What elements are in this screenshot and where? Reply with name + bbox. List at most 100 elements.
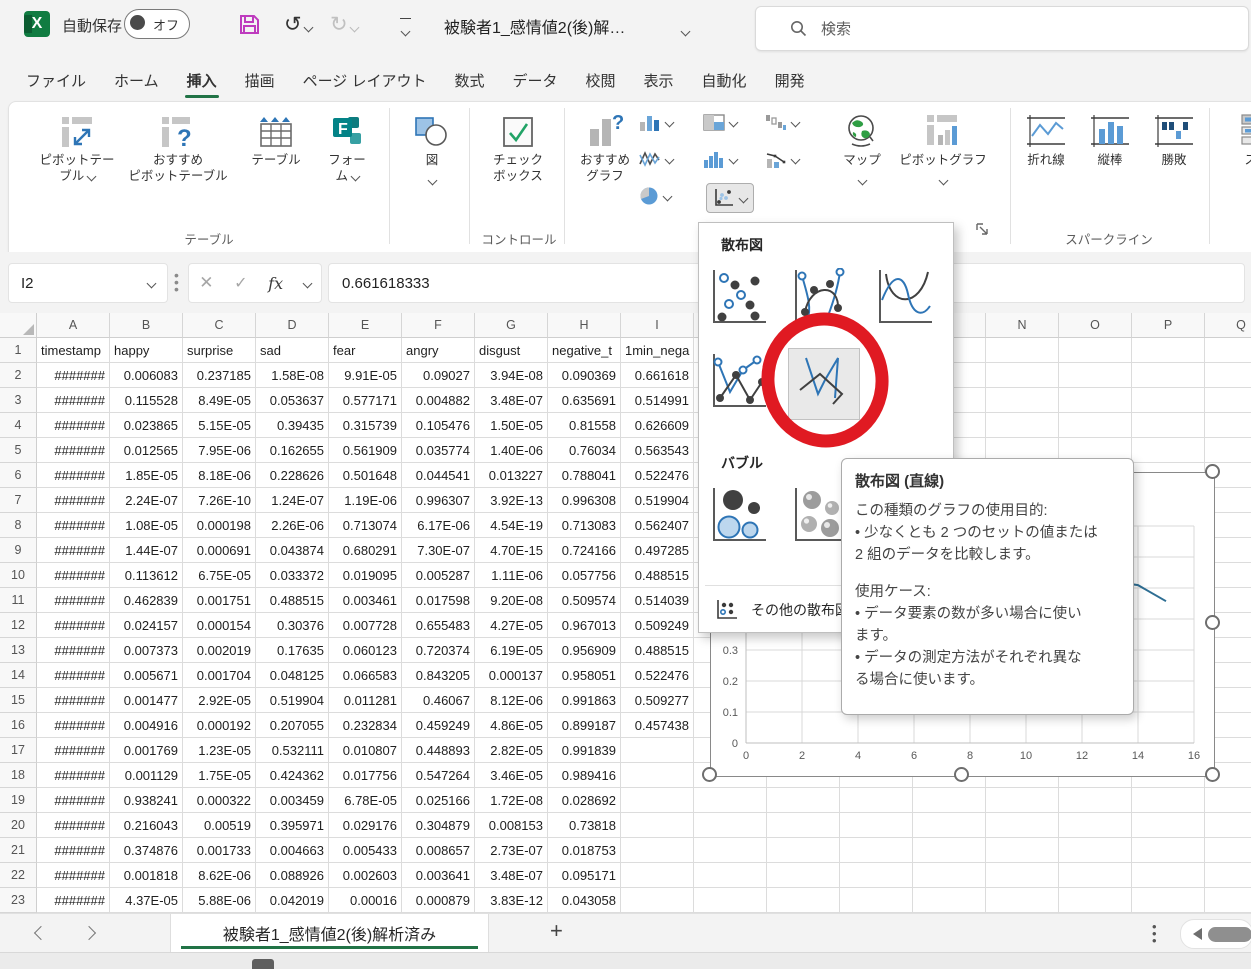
column-header-A[interactable]: A — [37, 313, 110, 338]
cell-K19[interactable] — [767, 788, 840, 813]
cell-P5[interactable] — [1132, 438, 1205, 463]
scatter-smooth-thumb[interactable] — [873, 265, 943, 335]
cell-G13[interactable]: 6.19E-05 — [475, 638, 548, 663]
cell-Q3[interactable] — [1205, 388, 1251, 413]
maps-button[interactable]: マップ — [831, 109, 893, 189]
cell-F8[interactable]: 6.17E-06 — [402, 513, 475, 538]
cell-O21[interactable] — [1059, 838, 1132, 863]
cell-B10[interactable]: 0.113612 — [110, 563, 183, 588]
cell-D22[interactable]: 0.088926 — [256, 863, 329, 888]
cell-K21[interactable] — [767, 838, 840, 863]
cell-G22[interactable]: 3.48E-07 — [475, 863, 548, 888]
cell-N2[interactable] — [986, 363, 1059, 388]
cell-G23[interactable]: 3.83E-12 — [475, 888, 548, 913]
cell-P3[interactable] — [1132, 388, 1205, 413]
name-box[interactable]: I2 — [8, 263, 168, 303]
cell-B17[interactable]: 0.001769 — [110, 738, 183, 763]
cell-N21[interactable] — [986, 838, 1059, 863]
cell-B1[interactable]: happy — [110, 338, 183, 363]
cell-A14[interactable]: ####### — [37, 663, 110, 688]
chart-handle[interactable] — [1205, 767, 1220, 782]
row-header-4[interactable]: 4 — [0, 413, 37, 438]
cell-F3[interactable]: 0.004882 — [402, 388, 475, 413]
cell-A4[interactable]: ####### — [37, 413, 110, 438]
cell-H11[interactable]: 0.509574 — [548, 588, 621, 613]
cell-A10[interactable]: ####### — [37, 563, 110, 588]
fx-chevron-icon[interactable] — [302, 278, 312, 288]
cell-I15[interactable]: 0.509277 — [621, 688, 694, 713]
cell-E11[interactable]: 0.003461 — [329, 588, 402, 613]
save-button[interactable] — [238, 13, 261, 41]
cell-H10[interactable]: 0.057756 — [548, 563, 621, 588]
cell-E3[interactable]: 0.577171 — [329, 388, 402, 413]
ribbon-tab-描画[interactable]: 描画 — [231, 62, 289, 100]
cell-N20[interactable] — [986, 813, 1059, 838]
column-header-F[interactable]: F — [402, 313, 475, 338]
cell-F12[interactable]: 0.655483 — [402, 613, 475, 638]
cell-I11[interactable]: 0.514039 — [621, 588, 694, 613]
cell-C7[interactable]: 7.26E-10 — [183, 488, 256, 513]
ribbon-tab-ページ レイアウト[interactable]: ページ レイアウト — [289, 62, 441, 100]
cell-F20[interactable]: 0.304879 — [402, 813, 475, 838]
pivottable-button[interactable]: ピボットテー ブル — [33, 109, 121, 185]
cell-H20[interactable]: 0.73818 — [548, 813, 621, 838]
cell-G10[interactable]: 1.11E-06 — [475, 563, 548, 588]
cell-I23[interactable] — [621, 888, 694, 913]
cell-F4[interactable]: 0.105476 — [402, 413, 475, 438]
cell-O3[interactable] — [1059, 388, 1132, 413]
cell-Q1[interactable] — [1205, 338, 1251, 363]
cell-I8[interactable]: 0.562407 — [621, 513, 694, 538]
cell-D5[interactable]: 0.162655 — [256, 438, 329, 463]
ribbon-tab-表示[interactable]: 表示 — [630, 62, 688, 100]
formula-bar-grip[interactable]: ••• — [174, 272, 179, 293]
cell-E4[interactable]: 0.315739 — [329, 413, 402, 438]
row-header-12[interactable]: 12 — [0, 613, 37, 638]
row-header-13[interactable]: 13 — [0, 638, 37, 663]
cell-A22[interactable]: ####### — [37, 863, 110, 888]
cell-B20[interactable]: 0.216043 — [110, 813, 183, 838]
cell-C17[interactable]: 1.23E-05 — [183, 738, 256, 763]
cell-H5[interactable]: 0.76034 — [548, 438, 621, 463]
cell-L20[interactable] — [840, 813, 913, 838]
cell-Q19[interactable] — [1205, 788, 1251, 813]
cell-H7[interactable]: 0.996308 — [548, 488, 621, 513]
row-header-3[interactable]: 3 — [0, 388, 37, 413]
cell-B22[interactable]: 0.001818 — [110, 863, 183, 888]
cell-I7[interactable]: 0.519904 — [621, 488, 694, 513]
cell-I14[interactable]: 0.522476 — [621, 663, 694, 688]
cell-J20[interactable] — [694, 813, 767, 838]
cell-B13[interactable]: 0.007373 — [110, 638, 183, 663]
cell-O19[interactable] — [1059, 788, 1132, 813]
column-header-Q[interactable]: Q — [1205, 313, 1251, 338]
cell-A17[interactable]: ####### — [37, 738, 110, 763]
cell-O20[interactable] — [1059, 813, 1132, 838]
row-header-11[interactable]: 11 — [0, 588, 37, 613]
cell-B14[interactable]: 0.005671 — [110, 663, 183, 688]
cell-F17[interactable]: 0.448893 — [402, 738, 475, 763]
cell-I6[interactable]: 0.522476 — [621, 463, 694, 488]
cell-C8[interactable]: 0.000198 — [183, 513, 256, 538]
sheet-nav-left-button[interactable] — [34, 926, 48, 940]
pivotchart-button[interactable]: ピボットグラフ — [895, 109, 991, 189]
cell-H4[interactable]: 0.81558 — [548, 413, 621, 438]
cell-K20[interactable] — [767, 813, 840, 838]
cell-H15[interactable]: 0.991863 — [548, 688, 621, 713]
cell-A15[interactable]: ####### — [37, 688, 110, 713]
cell-B9[interactable]: 1.44E-07 — [110, 538, 183, 563]
cell-D17[interactable]: 0.532111 — [256, 738, 329, 763]
cell-E15[interactable]: 0.011281 — [329, 688, 402, 713]
cell-N4[interactable] — [986, 413, 1059, 438]
checkbox-button[interactable]: チェック ボックス — [475, 109, 561, 185]
cell-A7[interactable]: ####### — [37, 488, 110, 513]
cell-H22[interactable]: 0.095171 — [548, 863, 621, 888]
sparkline-line-button[interactable]: 折れ線 — [1015, 109, 1077, 168]
cancel-icon[interactable]: ✕ — [199, 273, 213, 293]
row-header-10[interactable]: 10 — [0, 563, 37, 588]
scatter-straight-markers-thumb[interactable] — [707, 349, 777, 419]
cell-N3[interactable] — [986, 388, 1059, 413]
cell-G7[interactable]: 3.92E-13 — [475, 488, 548, 513]
cell-I5[interactable]: 0.563543 — [621, 438, 694, 463]
column-header-H[interactable]: H — [548, 313, 621, 338]
cell-I22[interactable] — [621, 863, 694, 888]
ribbon-tab-挿入[interactable]: 挿入 — [173, 62, 231, 100]
